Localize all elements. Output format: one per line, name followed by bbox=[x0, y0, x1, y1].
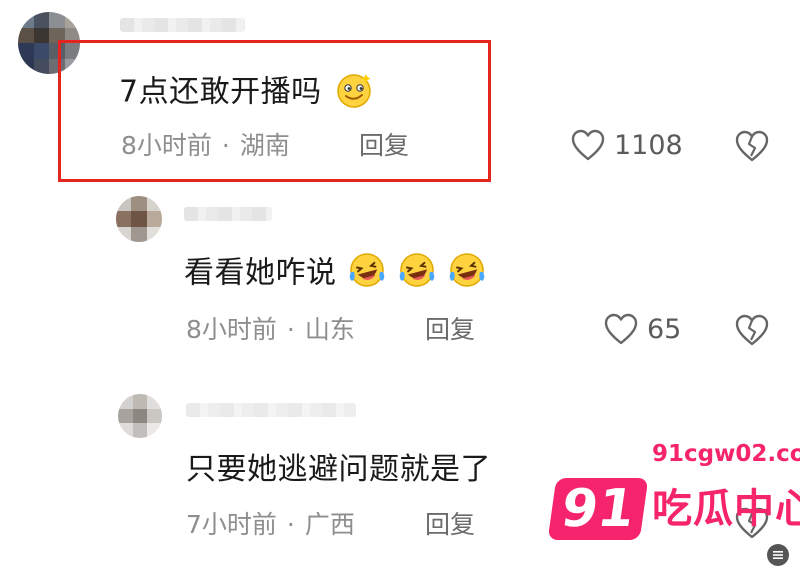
meta-separator: · bbox=[286, 510, 295, 539]
username-blurred[interactable] bbox=[120, 18, 245, 32]
comment-meta: 7小时前 · 广西 bbox=[186, 512, 355, 537]
comment-time: 7小时前 bbox=[186, 510, 277, 539]
heart-broken-icon[interactable] bbox=[734, 129, 770, 163]
comment-location: 山东 bbox=[304, 315, 355, 344]
comment-text-content: 看看她咋说 bbox=[184, 255, 337, 291]
list-icon bbox=[773, 551, 783, 559]
comment-meta: 8小时前 · 湖南 bbox=[121, 133, 290, 158]
laugh-cry-emoji bbox=[399, 253, 434, 287]
meta-separator: · bbox=[221, 131, 230, 160]
heart-broken-icon[interactable] bbox=[734, 313, 770, 347]
like-button[interactable]: 65 bbox=[603, 312, 681, 346]
comment-location: 广西 bbox=[304, 510, 355, 539]
comment-meta: 8小时前 · 山东 bbox=[186, 317, 355, 342]
meta-separator: · bbox=[286, 315, 295, 344]
comment-text: 只要她逃避问题就是了 bbox=[186, 452, 491, 487]
avatar[interactable] bbox=[118, 394, 162, 438]
comment-time: 8小时前 bbox=[186, 315, 277, 344]
reply-button[interactable]: 回复 bbox=[359, 133, 409, 158]
corner-badge-icon bbox=[767, 544, 789, 566]
comment-text: 7点还敢开播吗 bbox=[119, 74, 374, 110]
watermark-url: 91cgw02.com bbox=[652, 441, 800, 467]
heart-icon bbox=[604, 313, 638, 345]
smirk-emoji bbox=[336, 74, 371, 108]
heart-icon bbox=[571, 129, 605, 161]
like-count: 65 bbox=[647, 313, 682, 345]
like-button[interactable]: 1108 bbox=[570, 128, 683, 162]
reply-button[interactable]: 回复 bbox=[425, 317, 475, 342]
comment-text-content: 7点还敢开播吗 bbox=[119, 74, 322, 110]
avatar[interactable] bbox=[116, 196, 162, 242]
comment-location: 湖南 bbox=[239, 131, 290, 160]
highlight-box bbox=[58, 40, 491, 182]
username-blurred[interactable] bbox=[186, 403, 356, 417]
laugh-cry-emoji bbox=[449, 253, 484, 287]
watermark-title: 吃瓜中心 bbox=[652, 486, 800, 532]
like-count: 1108 bbox=[614, 129, 683, 161]
reply-button[interactable]: 回复 bbox=[425, 512, 475, 537]
username-blurred[interactable] bbox=[184, 207, 272, 221]
comment-time: 8小时前 bbox=[121, 131, 212, 160]
comment-text: 看看她咋说 bbox=[184, 253, 487, 291]
watermark-badge: 91 bbox=[547, 478, 649, 540]
laugh-cry-emoji bbox=[349, 253, 384, 287]
